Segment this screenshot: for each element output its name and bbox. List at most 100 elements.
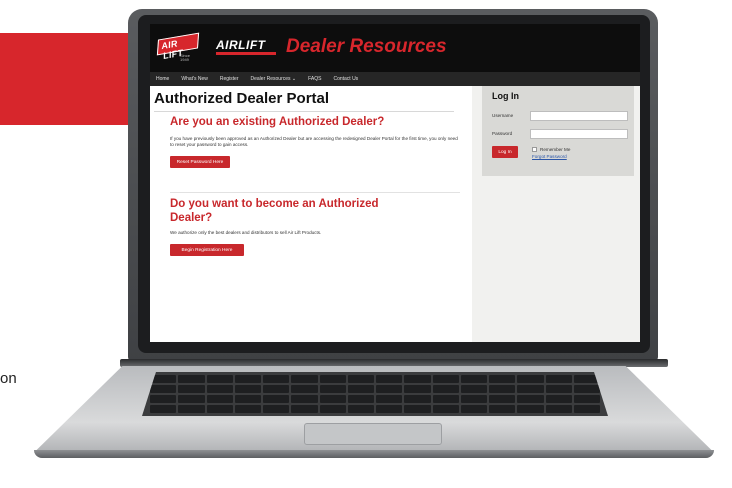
- keyboard-key: [376, 375, 403, 383]
- header-title: Dealer Resources: [286, 36, 447, 57]
- nav-item-faqs[interactable]: FAQS: [308, 76, 321, 82]
- keyboard-key: [178, 395, 205, 403]
- password-label: Password: [492, 131, 513, 136]
- keyboard-key: [376, 395, 403, 403]
- remember-me[interactable]: Remember Me: [532, 147, 570, 152]
- laptop-keyboard: [142, 372, 608, 416]
- main-column: Authorized Dealer Portal Are you an exis…: [150, 86, 472, 342]
- keyboard-key: [178, 375, 205, 383]
- keyboard-key: [432, 385, 459, 393]
- forgot-password-link[interactable]: Forgot Password: [532, 154, 567, 159]
- brand-wordmark: AIRLIFT: [216, 38, 266, 52]
- main-nav: Home What's New Register Dealer Resource…: [150, 72, 640, 86]
- keyboard-key: [573, 385, 600, 393]
- keyboard-key: [263, 375, 290, 383]
- keyboard-key: [404, 405, 431, 413]
- nav-item-contact-us[interactable]: Contact Us: [333, 76, 358, 82]
- keyboard-key: [319, 375, 346, 383]
- login-button[interactable]: Log In: [492, 146, 518, 158]
- reset-password-button[interactable]: Reset Password Here: [170, 156, 230, 168]
- nav-item-register[interactable]: Register: [220, 76, 239, 82]
- keyboard-key: [291, 385, 318, 393]
- keyboard-key: [234, 385, 261, 393]
- section-divider: [170, 192, 460, 193]
- keyboard-key: [432, 395, 459, 403]
- keyboard-key: [545, 375, 572, 383]
- keyboard-key: [460, 405, 487, 413]
- keyboard-key: [234, 395, 261, 403]
- laptop-hinge: [120, 359, 668, 367]
- keyboard-key: [517, 385, 544, 393]
- keyboard-key: [150, 405, 177, 413]
- begin-registration-button[interactable]: Begin Registration Here: [170, 244, 244, 256]
- side-caption-fragment: on: [0, 370, 17, 387]
- keyboard-key: [263, 405, 290, 413]
- login-title: Log In: [492, 91, 519, 101]
- keyboard-key: [545, 395, 572, 403]
- keyboard-key: [460, 375, 487, 383]
- login-panel: Log In Username Password Log In Remember…: [482, 86, 634, 176]
- nav-item-dealer-resources[interactable]: Dealer Resources ⌄: [251, 76, 297, 82]
- username-label: Username: [492, 113, 514, 118]
- site-header: AIR LIFT Since 1949 AIRLIFT Dealer Resou…: [150, 24, 640, 72]
- keyboard-key: [206, 395, 233, 403]
- keyboard-key: [573, 395, 600, 403]
- become-dealer-text: We authorize only the best dealers and d…: [170, 230, 322, 235]
- keyboard-key: [573, 405, 600, 413]
- keyboard-key: [489, 395, 516, 403]
- keyboard-key: [319, 385, 346, 393]
- keyboard-key: [347, 375, 374, 383]
- keyboard-key: [517, 395, 544, 403]
- password-input[interactable]: [530, 129, 628, 139]
- nav-item-home[interactable]: Home: [156, 76, 169, 82]
- keyboard-key: [319, 395, 346, 403]
- keyboard-key: [545, 405, 572, 413]
- keyboard-key: [206, 405, 233, 413]
- nav-item-whats-new[interactable]: What's New: [181, 76, 208, 82]
- product-photo: on AIR LIFT Since 1949 AIRLIFT Dealer Re…: [0, 0, 732, 488]
- keyboard-key: [460, 385, 487, 393]
- keyboard-key: [178, 385, 205, 393]
- keyboard-key: [347, 385, 374, 393]
- keyboard-key: [489, 405, 516, 413]
- keyboard-key: [489, 385, 516, 393]
- keyboard-key: [291, 375, 318, 383]
- remember-me-checkbox[interactable]: [532, 147, 537, 152]
- keyboard-key: [150, 385, 177, 393]
- keyboard-key: [178, 405, 205, 413]
- keyboard-key: [291, 395, 318, 403]
- laptop-screen: AIR LIFT Since 1949 AIRLIFT Dealer Resou…: [150, 24, 640, 342]
- keyboard-key: [291, 405, 318, 413]
- keyboard-key: [263, 395, 290, 403]
- keyboard-key: [234, 405, 261, 413]
- keyboard-key: [263, 385, 290, 393]
- existing-dealer-heading: Are you an existing Authorized Dealer?: [170, 116, 385, 128]
- keyboard-key: [517, 375, 544, 383]
- keyboard-key: [432, 375, 459, 383]
- keyboard-key: [404, 375, 431, 383]
- keyboard-key: [545, 385, 572, 393]
- brand-underline: [216, 52, 276, 55]
- keyboard-key: [347, 405, 374, 413]
- keyboard-key: [404, 395, 431, 403]
- keyboard-key: [376, 405, 403, 413]
- air-lift-logo[interactable]: AIR LIFT Since 1949: [156, 32, 200, 62]
- page-title: Authorized Dealer Portal: [154, 90, 330, 107]
- keyboard-key: [206, 385, 233, 393]
- keyboard-key: [206, 375, 233, 383]
- keyboard-key: [347, 395, 374, 403]
- keyboard-key: [517, 405, 544, 413]
- username-input[interactable]: [530, 111, 628, 121]
- existing-dealer-text: If you have previously been approved as …: [170, 136, 458, 147]
- keyboard-key: [319, 405, 346, 413]
- remember-me-label: Remember Me: [540, 147, 571, 152]
- logo-since: Since 1949: [180, 53, 191, 62]
- keyboard-key: [150, 395, 177, 403]
- become-dealer-heading: Do you want to become an Authorized Deal…: [170, 198, 379, 224]
- keyboard-key: [234, 375, 261, 383]
- keyboard-key: [376, 385, 403, 393]
- page-content: Authorized Dealer Portal Are you an exis…: [150, 86, 640, 342]
- laptop-base-edge: [34, 450, 714, 458]
- keyboard-key: [432, 405, 459, 413]
- keyboard-key: [404, 385, 431, 393]
